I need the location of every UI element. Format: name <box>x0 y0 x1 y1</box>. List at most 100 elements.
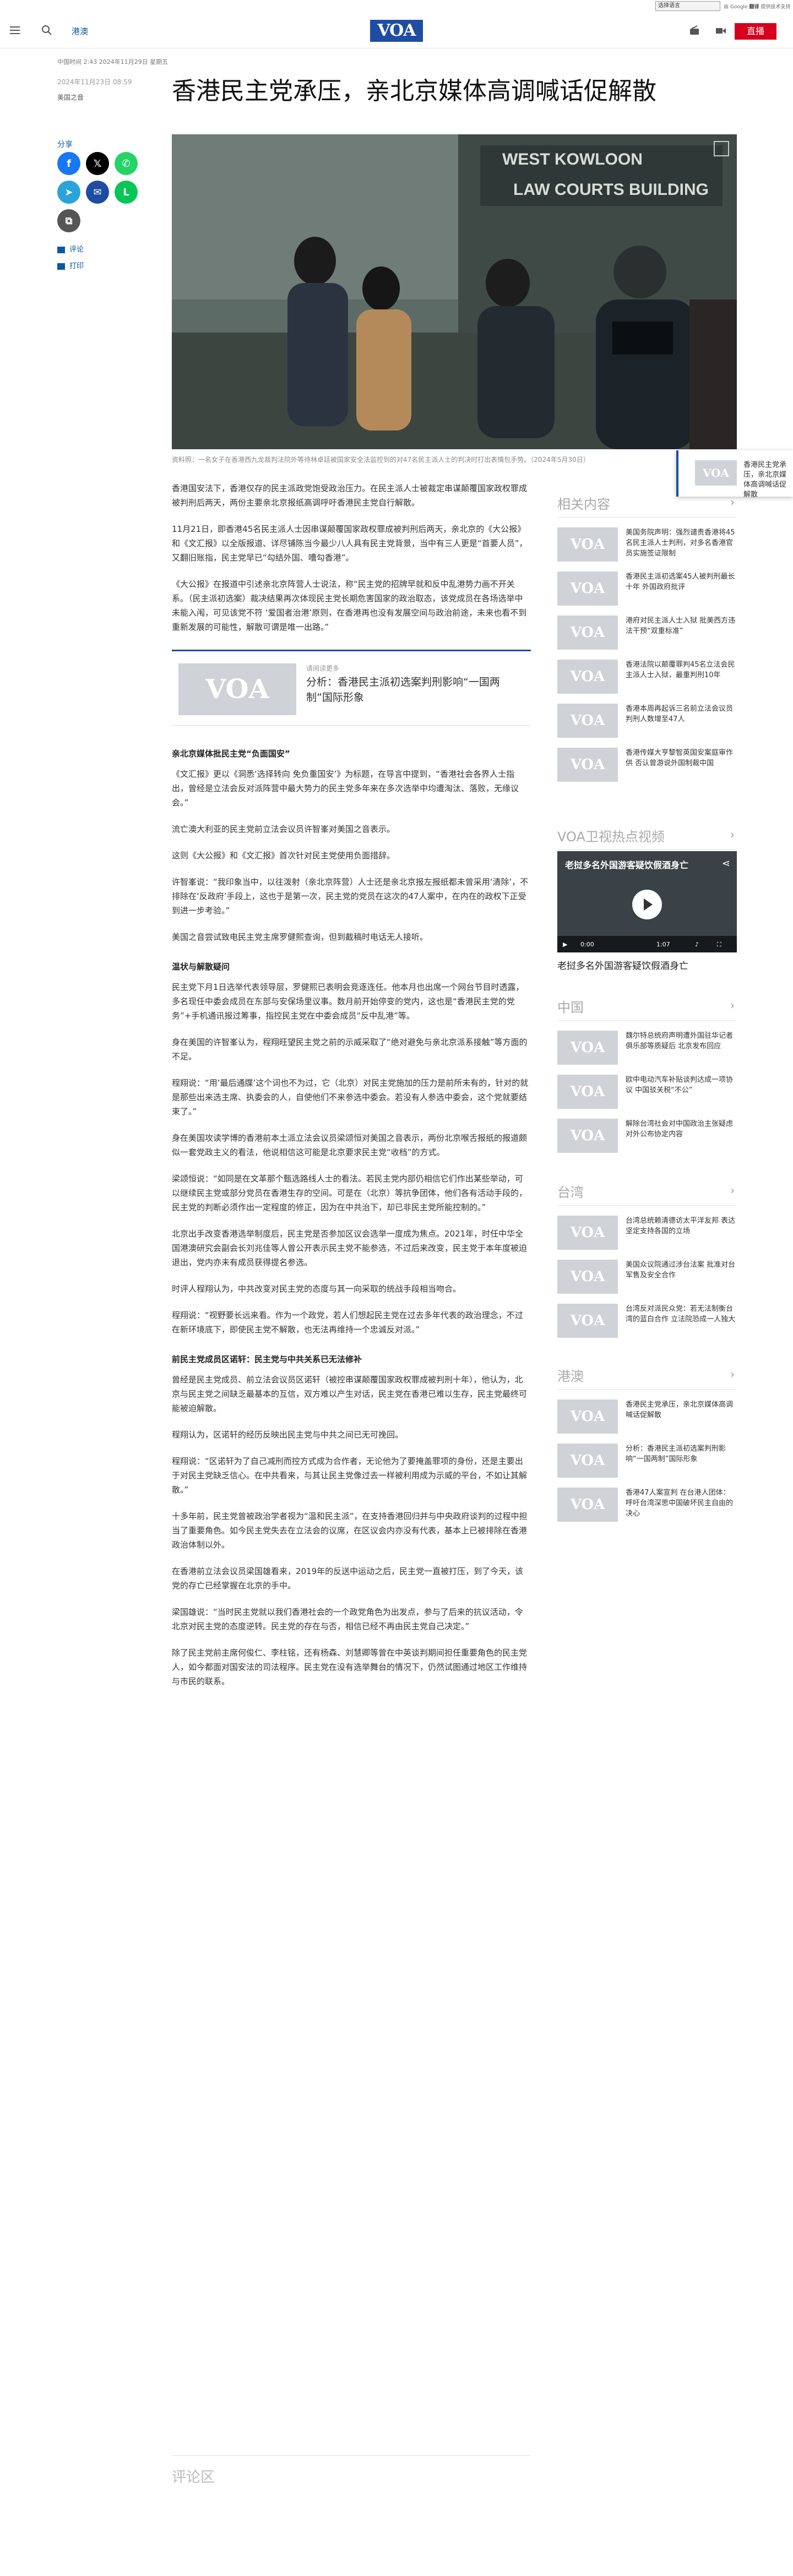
svg-text:LAW COURTS BUILDING: LAW COURTS BUILDING <box>513 181 709 199</box>
hero-image[interactable]: WEST KOWLOON LAW COURTS BUILDING <box>172 134 737 449</box>
telegram-icon[interactable]: ➤ <box>57 181 80 204</box>
paragraph: 美国之音尝试致电民主党主席罗健熙查询，但到截稿时电话无人接听。 <box>172 932 428 942</box>
x-icon[interactable]: 𝕏 <box>86 152 109 175</box>
voa-logo[interactable]: VOA <box>370 20 423 42</box>
line-icon[interactable]: L <box>115 181 138 204</box>
list-item[interactable]: VOA 香港民主派初选案45人被判刑最长十年 外国政府批评 <box>557 571 737 606</box>
share-icon[interactable]: ⋖ <box>722 858 730 869</box>
list-item[interactable]: VOA 台湾反对派民众党：若无法制衡台湾的蓝白合作 立法院恐成一人独大 <box>557 1304 737 1338</box>
publish-date: 2024年11月23日 08:59 <box>57 78 132 86</box>
paragraph: 许智峯说：“我印象当中，以往泼射（亲北京阵营）人士还是亲北京报左报纸都未曾采用‘… <box>172 877 529 916</box>
paragraph: 《大公报》在报道中引述亲北京阵营人士说法，称“民主党的招牌早就和反中乱港势力画不… <box>172 579 527 632</box>
rail-heading-taiwan[interactable]: 台湾 › <box>557 1181 737 1206</box>
time-total: 1:07 <box>656 941 670 948</box>
rail-heading-video[interactable]: VOA卫视热点视频 › <box>557 826 737 850</box>
live-button[interactable]: 直播 <box>735 23 776 40</box>
related-inline-card[interactable]: VOA 请阅读更多 分析：香港民主派初选案判刑影响“一国两制”国际形象 <box>172 650 531 726</box>
paragraph: 北京出手改变香港选举制度后，民主党是否参加区议会选举一度成为焦点。2021年，时… <box>172 1229 528 1267</box>
radio-icon[interactable] <box>688 25 700 36</box>
print-link[interactable]: 打印 <box>57 260 84 270</box>
voa-logo-thumb: VOA <box>557 1075 618 1109</box>
voa-logo-thumb: VOA <box>557 1031 618 1065</box>
voa-logo-thumb: VOA <box>557 1216 618 1250</box>
related-rail: 相关内容 › VOA 美国务院声明：强烈谴责香港将45名民主派人士判刑，对多名香港官… <box>557 493 737 782</box>
page-title: 香港民主党承压，亲北京媒体高调喊话促解散 <box>172 77 656 105</box>
email-icon[interactable]: ✉ <box>86 181 109 204</box>
video-title: 老挝多名外国游客疑饮假酒身亡 <box>565 860 689 870</box>
list-item[interactable]: VOA 香港47人案宣判 在台港人团体：呼吁台湾深思中国破坏民主自由的决心 <box>557 1488 737 1522</box>
sticky-article-card[interactable]: VOA 香港民主党承压，亲北京媒体高调喊话促解散 <box>676 450 793 499</box>
menu-icon[interactable] <box>10 26 20 34</box>
list-item[interactable]: VOA 分析：香港民主派初选案判刑影响“一国两制”国际形象 <box>557 1444 737 1478</box>
paragraph: 在香港前立法会议员梁国雄看来，2019年的反送中运动之后，民主党一直被打压，到了… <box>172 1566 524 1591</box>
list-item[interactable]: VOA 港府对民主派人士入狱 批美西方违法干预“双重标准” <box>557 616 737 650</box>
facebook-icon[interactable]: f <box>57 152 80 175</box>
chevron-right-icon: › <box>730 828 735 841</box>
paragraph: 《文汇报》更以《洞悉‘选择转向 免负重国安’》为标题，在导言中提到，“香港社会各… <box>172 769 519 808</box>
paragraph: 这则《大公报》和《文汇报》首次针对民主党使用负面措辞。 <box>172 851 395 861</box>
chevron-right-icon: › <box>730 1368 735 1381</box>
section-link-hk[interactable]: 港澳 <box>72 25 88 37</box>
hk-rail: 港澳 › VOA 香港民主党承压，亲北京媒体高调喊话促解散 VOA 分析：香港民主派初… <box>557 1365 737 1522</box>
rail-heading-china[interactable]: 中国 › <box>557 996 737 1021</box>
article-body: 香港国安法下，香港仅存的民主派政党饱受政治压力。在民主派人士被裁定串谋颠覆国家政… <box>172 481 531 1701</box>
list-item[interactable]: VOA 欧中电动汽车补贴谈判达成一项协议 中国驳关税“不公” <box>557 1075 737 1109</box>
related-title[interactable]: 分析：香港民主派初选案判刑影响“一国两制”国际形象 <box>306 674 515 705</box>
voa-logo-thumb: VOA <box>557 660 618 694</box>
whatsapp-icon[interactable]: ✆ <box>115 152 138 175</box>
video-rail: VOA卫视热点视频 › <box>557 826 737 850</box>
voa-logo-thumb: VOA <box>178 663 296 715</box>
video-camera-icon[interactable] <box>715 25 727 36</box>
image-caption: 资料照：一名女子在香港西九龙裁判法院外等待林卓廷被国家安全法监控到的对47名民主… <box>172 456 590 464</box>
comments-section-heading: 评论区 <box>172 2455 531 2486</box>
voa-logo-thumb: VOA <box>557 1444 618 1478</box>
paragraph: 流亡澳大利亚的民主党前立法会议员许智峯对美国之音表示。 <box>172 824 395 834</box>
voa-logo-thumb: VOA <box>557 704 618 738</box>
paragraph: 除了民主党前主席何俊仁、李柱铭，还有杨森、刘慧卿等曾在中英谈判期间担任重要角色的… <box>172 1648 528 1686</box>
comments-link[interactable]: 评论 <box>57 243 84 254</box>
paragraph: 程翔说：“用‘最后通牒’这个词也不为过，它（北京）对民主党施加的压力是前所未有的… <box>172 1078 529 1117</box>
list-item[interactable]: VOA 解除台湾社会对中国政治主张疑虑 对外公布协定内容 <box>557 1119 737 1153</box>
list-item[interactable]: VOA 香港法院以颠覆罪判45名立法会民主派人士入狱，最重判刑10年 <box>557 660 737 694</box>
paragraph: 程翔认为，区诺轩的经历反映出民主党与中共之间已无可挽回。 <box>172 1430 404 1440</box>
author[interactable]: 美国之音 <box>57 92 84 102</box>
list-item[interactable]: VOA 美国众议院通过涉台法案 批准对台军售及安全合作 <box>557 1260 737 1294</box>
fullscreen-icon[interactable]: ⛶ <box>717 941 721 949</box>
list-item[interactable]: VOA 香港民主党承压，亲北京媒体高调喊话促解散 <box>557 1399 737 1434</box>
paragraph: 民主党下月1日选举代表领导层，罗健熙已表明会竞逐连任。他本月也出席一个网台节目时… <box>172 982 524 1021</box>
sticky-card-title: 香港民主党承压，亲北京媒体高调喊话促解散 <box>743 461 787 499</box>
expand-icon[interactable] <box>714 141 729 156</box>
list-item[interactable]: VOA 香港传媒大亨黎智英国安案庭审作供 否认曾游说外国制裁中国 <box>557 748 737 782</box>
volume-icon[interactable]: ♪ <box>695 941 699 948</box>
share-row-3: ⧉ <box>57 209 80 232</box>
play-icon[interactable] <box>632 890 662 919</box>
copy-link-icon[interactable]: ⧉ <box>57 209 80 232</box>
time-current: 0:00 <box>580 941 594 948</box>
paragraph: 程翔说：“区诺轩为了自己减刑而控方式成为合作者，无论他为了要掩盖罪项的身份，还是… <box>172 1456 528 1495</box>
paragraph: 十多年前，民主党曾被政治学者视为“温和民主派”，在支持香港回归并与中央政府谈判的… <box>172 1511 528 1550</box>
voa-logo-thumb: VOA <box>557 1304 618 1338</box>
paragraph: 身在美国攻读学博的香港前本土派立法会议员梁颂恒对美国之音表示，两份北京喉舌报纸的… <box>172 1133 528 1157</box>
share-label: 分享 <box>57 140 73 149</box>
rail-heading-hk[interactable]: 港澳 › <box>557 1365 737 1390</box>
language-select[interactable]: 选择语言 <box>655 1 720 11</box>
rail-heading-related[interactable]: 相关内容 › <box>557 493 737 518</box>
china-rail: 中国 › VOA 魏尔特总统府声明遭外国驻华记者俱乐部等质疑后 北京发布回应 VOA… <box>557 996 737 1153</box>
list-item[interactable]: VOA 美国务院声明：强烈谴责香港将45名民主派人士判刑，对多名香港官员实施签证限… <box>557 527 737 562</box>
paragraph: 身在美国的许智峯认为，程翔旺望民主党之前的示威采取了“绝对避免与亲北京派系接触”… <box>172 1037 528 1061</box>
play-small-icon[interactable]: ▶ <box>563 941 567 948</box>
comment-icon <box>57 246 65 253</box>
paragraph: 梁国雄说：“当时民主党就以我们香港社会的一个政党角色为出发点，参与了后来的抗议活… <box>172 1607 523 1631</box>
chevron-right-icon: › <box>730 1184 735 1197</box>
video-caption[interactable]: 老挝多名外国游客疑饮假酒身亡 <box>557 958 737 972</box>
video-player[interactable]: 老挝多名外国游客疑饮假酒身亡 ⋖ ▶ 0:00 1:07 ♪ ⛶ <box>557 851 737 952</box>
voa-logo-thumb: VOA <box>557 616 618 650</box>
search-icon[interactable] <box>41 24 53 36</box>
paragraph: 香港国安法下，香港仅存的民主派政党饱受政治压力。在民主派人士被裁定串谋颠覆国家政… <box>172 483 528 508</box>
list-item[interactable]: VOA 台湾总统赖清德访太平洋友邦 表达坚定支持各国的立场 <box>557 1216 737 1250</box>
google-translate-credit: 由 Google 翻译 提供技术支持 <box>724 4 791 10</box>
voa-logo-thumb: VOA <box>557 748 618 782</box>
related-label: 请阅读更多 <box>306 665 340 672</box>
list-item[interactable]: VOA 魏尔特总统府声明遭外国驻华记者俱乐部等质疑后 北京发布回应 <box>557 1031 737 1065</box>
list-item[interactable]: VOA 香港本周再起诉三名前立法会议员判刑人数增至47人 <box>557 704 737 738</box>
